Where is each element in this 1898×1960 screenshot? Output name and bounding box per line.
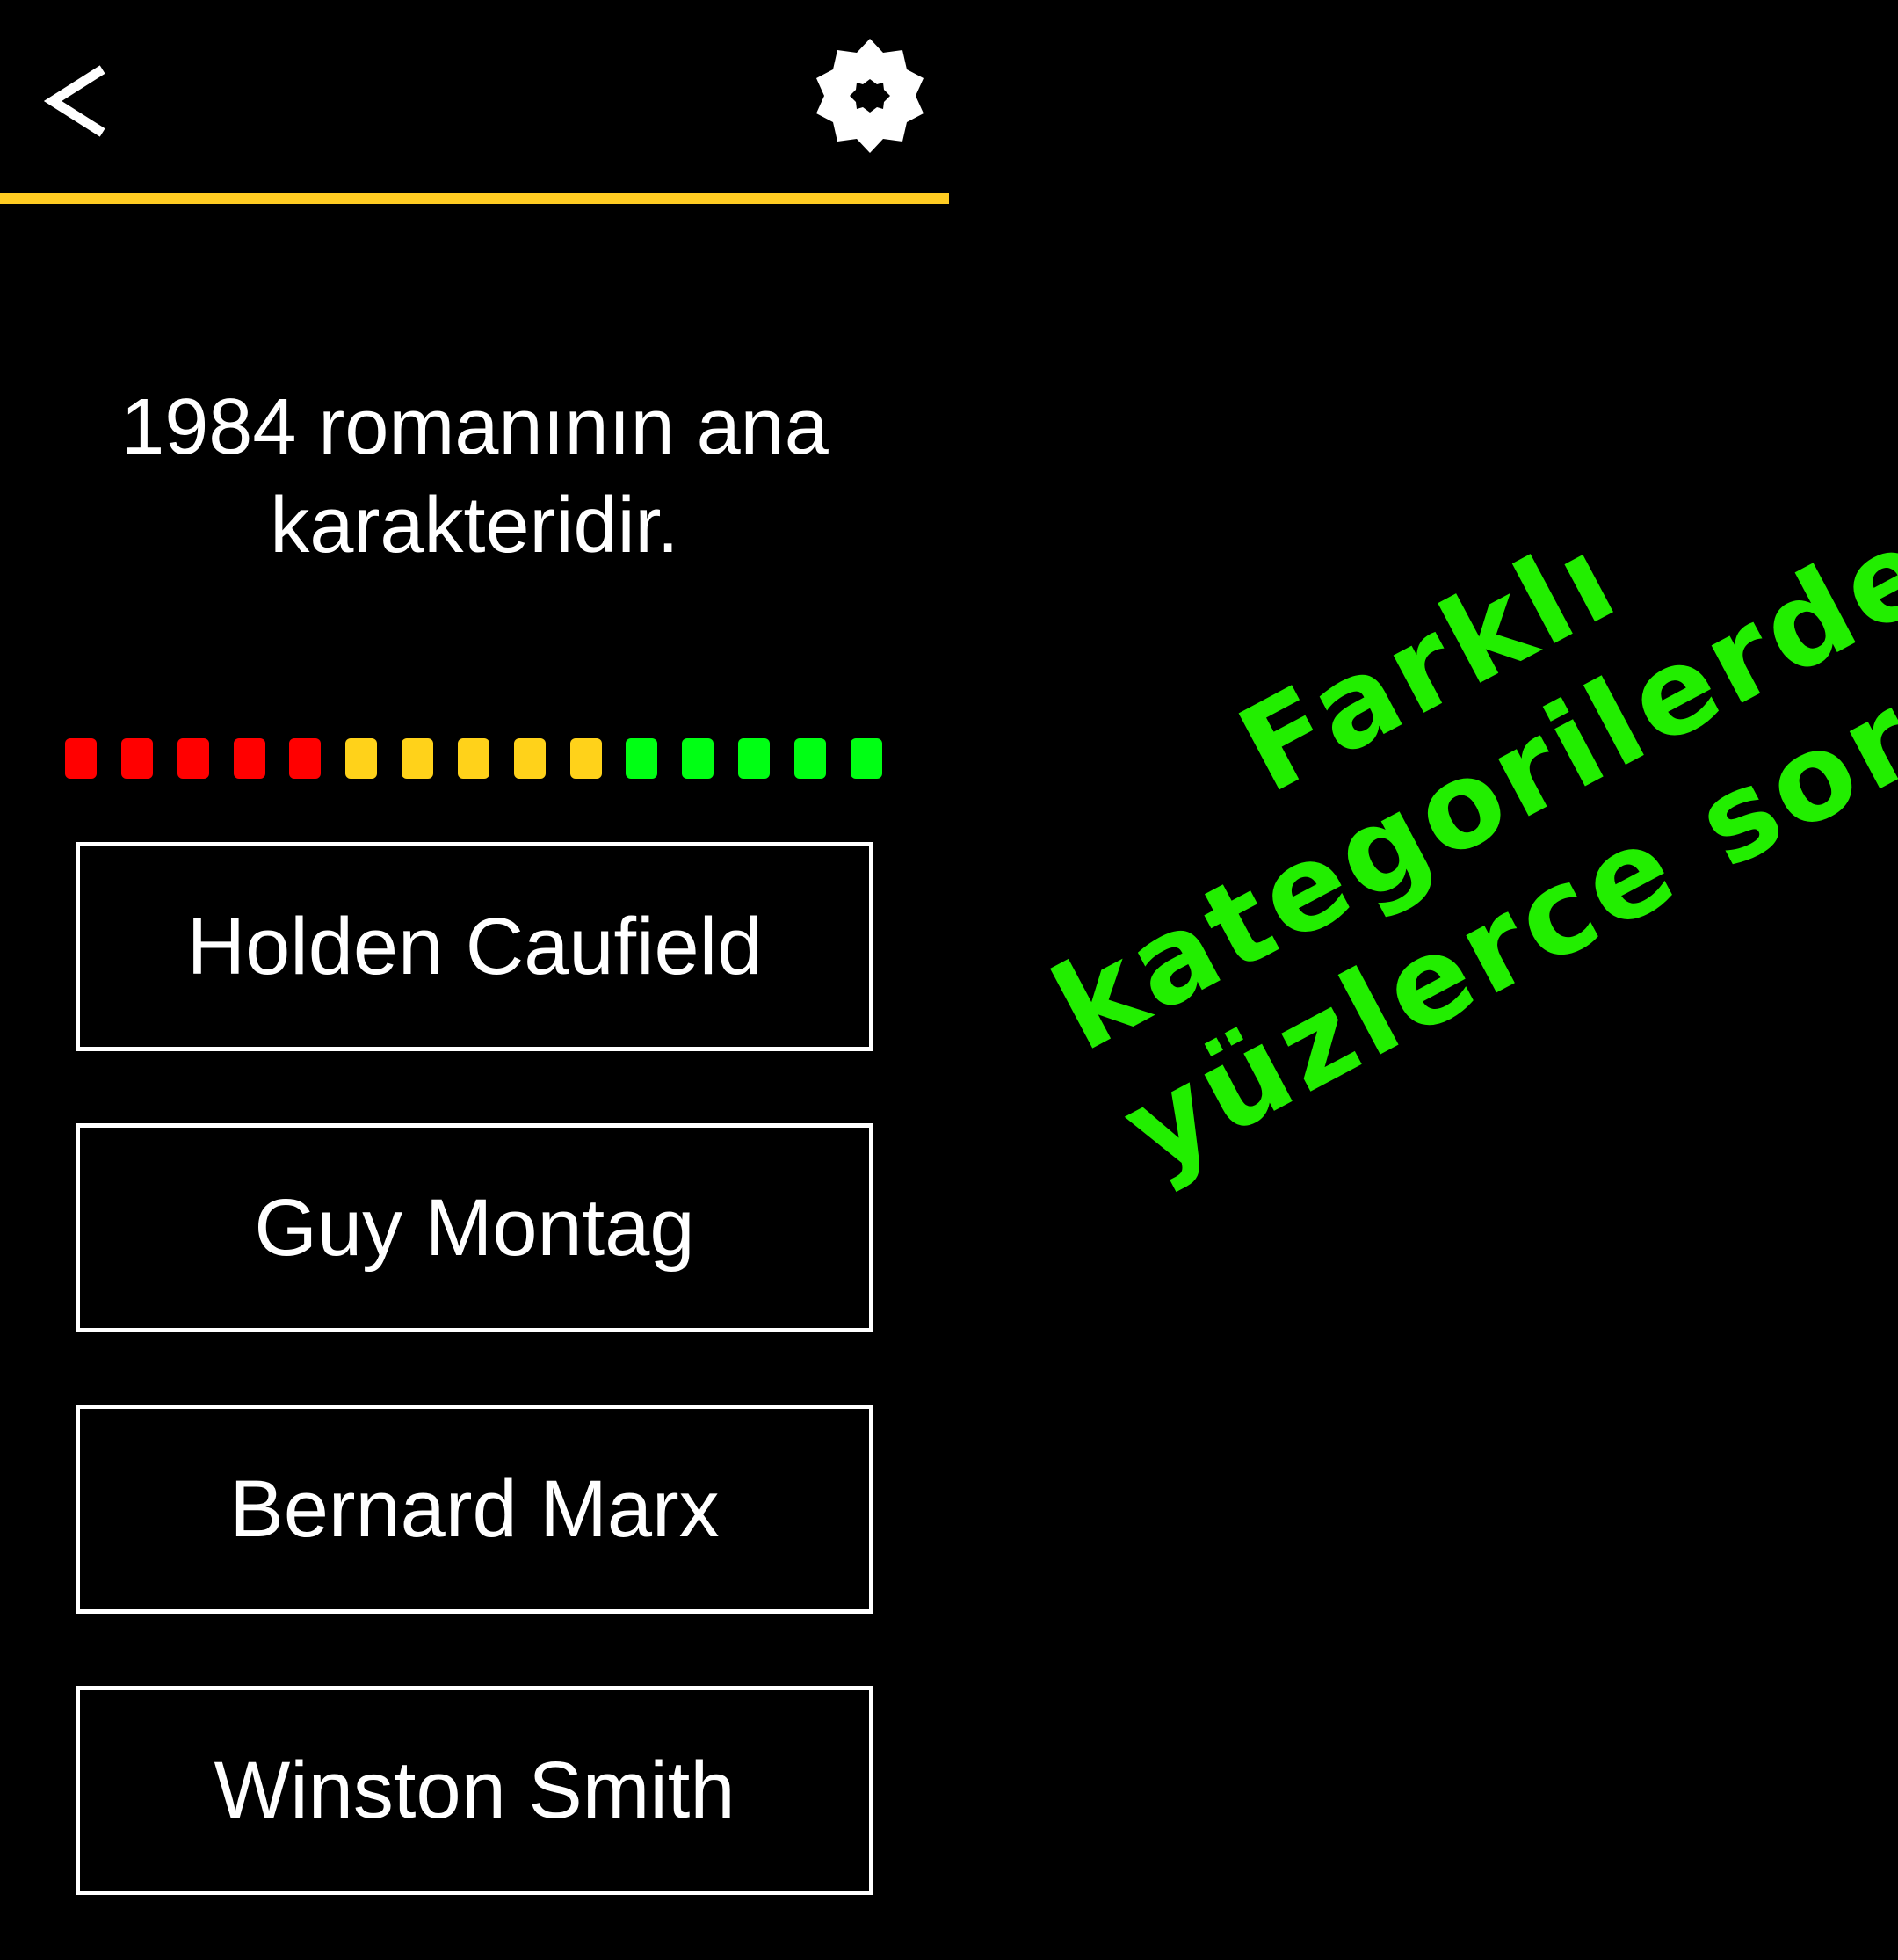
timer-segment	[682, 738, 714, 779]
timer-segment	[120, 738, 153, 779]
timer-segment	[345, 738, 378, 779]
timer-segment	[738, 738, 771, 779]
header-divider	[0, 193, 949, 204]
timer-segment	[793, 738, 826, 779]
settings-button[interactable]	[800, 26, 940, 167]
back-button[interactable]	[44, 62, 105, 141]
timer-segment	[457, 738, 489, 779]
timer-segment	[177, 738, 209, 779]
timer-segment	[289, 738, 322, 779]
timer-segment	[65, 738, 97, 779]
promo-banner: Farklı kategorilerde yüzlerce soru	[892, 334, 1898, 1243]
timer-segment	[626, 738, 658, 779]
timer-segment	[513, 738, 546, 779]
answer-option-4[interactable]: Winston Smith	[76, 1686, 873, 1895]
answer-option-3[interactable]: Bernard Marx	[76, 1405, 873, 1614]
timer-segment	[569, 738, 602, 779]
answer-option-1[interactable]: Holden Caufield	[76, 842, 873, 1051]
timer-bar	[65, 738, 882, 779]
timer-segment	[233, 738, 265, 779]
chevron-left-icon	[44, 65, 105, 137]
answer-option-2[interactable]: Guy Montag	[76, 1123, 873, 1332]
gear-icon	[816, 39, 924, 153]
timer-segment	[402, 738, 434, 779]
timer-segment	[850, 738, 882, 779]
question-text: 1984 romanının ana karakteridir.	[120, 383, 829, 570]
